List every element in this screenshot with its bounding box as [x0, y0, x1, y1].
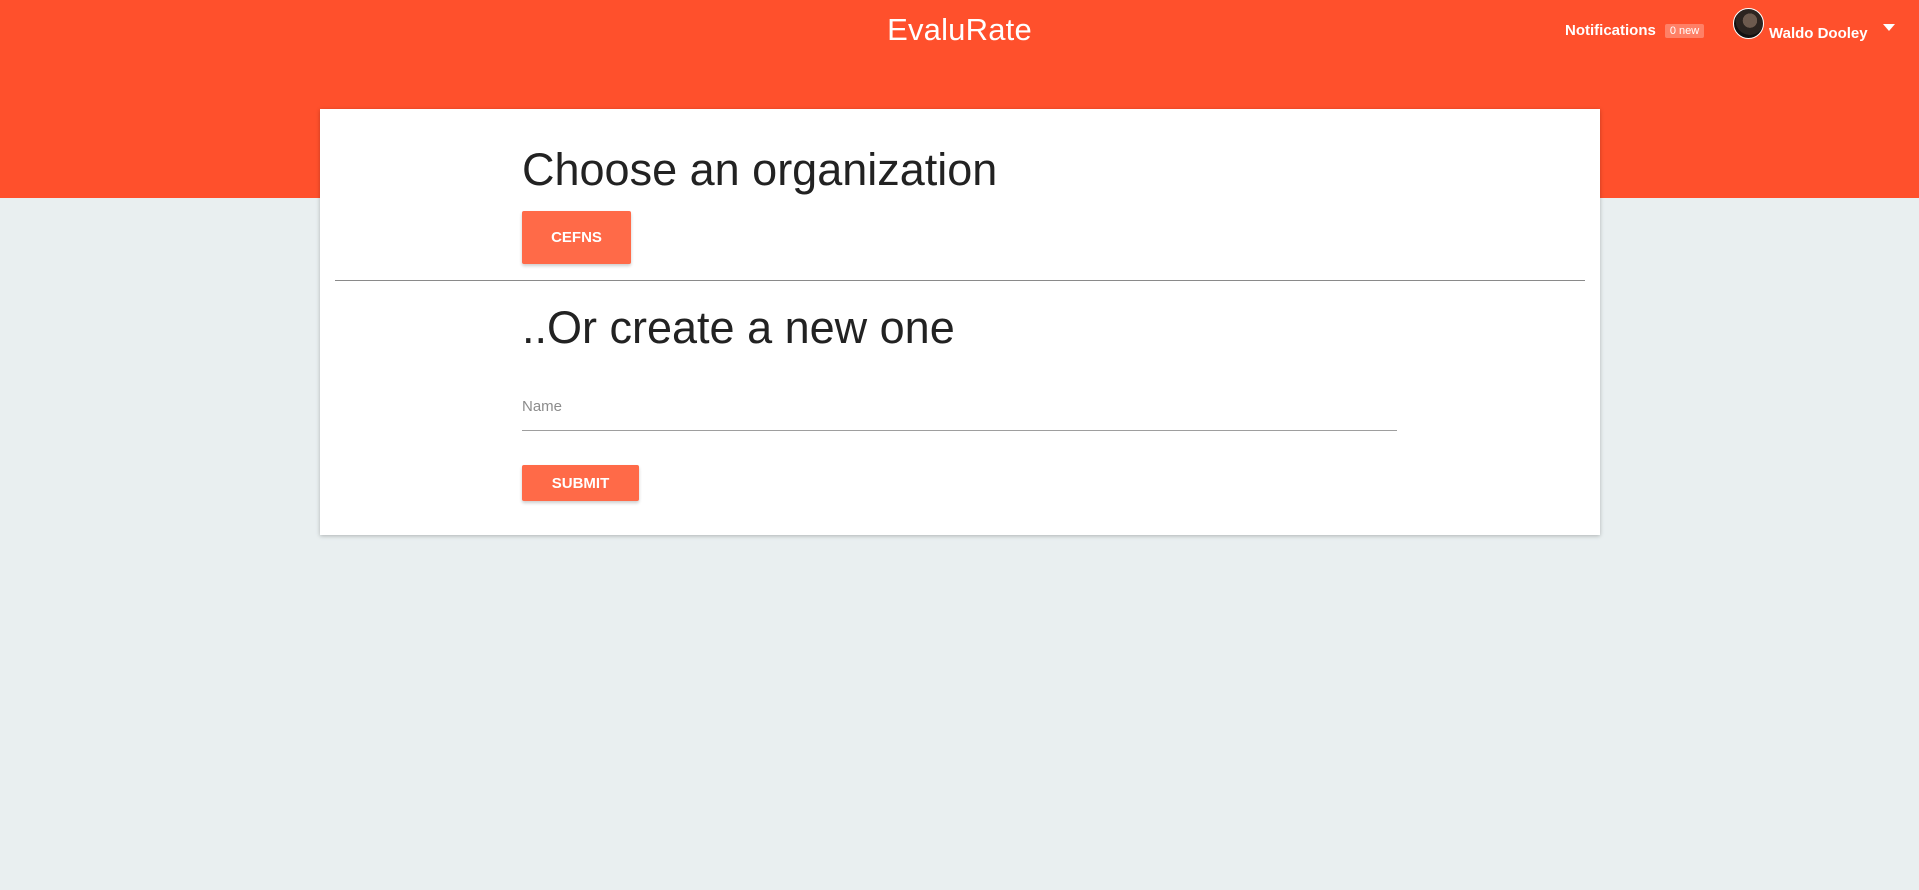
organization-button-cefns[interactable]: CEFNS — [522, 211, 631, 264]
divider — [335, 280, 1585, 281]
create-organization-title: ..Or create a new one — [522, 302, 955, 353]
caret-down-icon[interactable] — [1883, 24, 1895, 31]
name-field — [522, 390, 1397, 431]
avatar — [1733, 8, 1764, 39]
notifications-label: Notifications — [1565, 22, 1656, 39]
name-input[interactable] — [522, 390, 1397, 422]
notifications-badge: 0 new — [1664, 23, 1705, 38]
organization-card: Choose an organization CEFNS ..Or create… — [320, 109, 1600, 535]
choose-organization-title: Choose an organization — [522, 144, 998, 195]
submit-button[interactable]: SUBMIT — [522, 465, 639, 501]
user-name: Waldo Dooley — [1769, 25, 1868, 42]
user-menu[interactable]: Waldo Dooley — [1733, 5, 1868, 42]
notifications-link[interactable]: Notifications 0 new — [1565, 22, 1705, 39]
